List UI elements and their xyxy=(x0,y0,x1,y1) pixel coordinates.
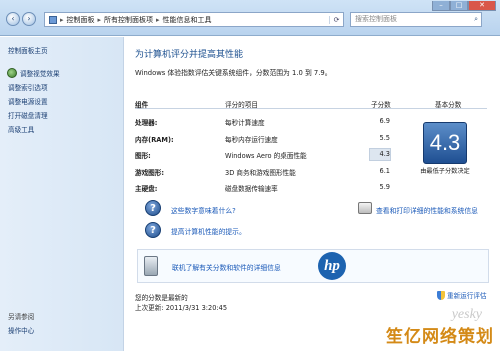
base-score-badge[interactable]: 4.3 xyxy=(423,122,467,164)
sidebar-item-advanced-tools[interactable]: 高级工具 xyxy=(8,124,34,134)
box-icon xyxy=(144,256,158,276)
watermark: 笙亿网络策划 xyxy=(386,327,494,347)
close-button[interactable]: ✕ xyxy=(468,1,496,11)
subscore: 5.5 xyxy=(379,134,391,142)
address-bar[interactable]: ▸ 控制面板 ▸ 所有控制面板项 ▸ 性能信息和工具 ⟳ xyxy=(44,12,344,27)
watermark-en: yesky xyxy=(451,307,482,322)
last-update: 上次更新: 2011/3/31 3:20:45 xyxy=(135,304,228,312)
subscore: 5.9 xyxy=(379,183,391,191)
breadcrumb-item[interactable]: 性能信息和工具 xyxy=(163,15,212,25)
minimize-button[interactable]: – xyxy=(432,1,450,11)
rerun-assessment-link[interactable]: 重新运行评估 xyxy=(447,290,487,300)
breadcrumb-item[interactable]: 所有控制面板项 xyxy=(104,15,153,25)
breadcrumb-separator: ▸ xyxy=(97,15,102,24)
oem-info-box: 联机了解有关分数和软件的详细信息 hp xyxy=(137,249,489,283)
column-component: 组件 xyxy=(135,101,149,109)
rated-item: 每秒内存运行速度 xyxy=(225,136,278,144)
help-icon: ? xyxy=(145,222,161,238)
component-name: 主硬盘: xyxy=(135,185,158,193)
subscore: 6.9 xyxy=(379,117,391,125)
rated-item: 磁盘数据传输速率 xyxy=(225,185,278,193)
breadcrumb-separator: ▸ xyxy=(156,15,160,24)
title-bar: ‹ › ▸ 控制面板 ▸ 所有控制面板项 ▸ 性能信息和工具 ⟳ 搜索控制面板 … xyxy=(0,0,500,36)
sidebar-item-power[interactable]: 调整电源设置 xyxy=(8,96,48,106)
subscore: 4.3 xyxy=(379,150,391,158)
base-score-panel: 4.3 由最低子分数决定 xyxy=(407,110,470,186)
rated-item: 每秒计算速度 xyxy=(225,119,265,127)
print-details-link[interactable]: 查看和打印详细的性能和系统信息 xyxy=(376,205,478,215)
control-panel-icon xyxy=(49,15,57,24)
table-row: 图形: Windows Aero 的桌面性能 4.3 xyxy=(135,148,391,161)
sidebar-item-disk-cleanup[interactable]: 打开磁盘清理 xyxy=(8,110,48,120)
main-panel: 为计算机评分并提高其性能 Windows 体验指数评估关键系统组件，分数范围为 … xyxy=(125,37,500,351)
tips-link[interactable]: 提高计算机性能的提示。 xyxy=(171,226,246,236)
component-name: 内存(RAM): xyxy=(135,136,174,144)
column-base-score: 基本分数 xyxy=(435,101,462,109)
search-input[interactable]: 搜索控制面板 ⌕ xyxy=(350,12,482,27)
column-subscore: 子分数 xyxy=(371,101,391,109)
printer-icon xyxy=(358,202,372,214)
see-also-heading: 另请参阅 xyxy=(8,313,35,321)
table-row: 处理器: 每秒计算速度 6.9 xyxy=(135,115,390,128)
breadcrumb-separator: ▸ xyxy=(60,15,64,24)
page-title: 为计算机评分并提高其性能 xyxy=(135,50,244,60)
sidebar-item-visual-effects[interactable]: 调整视觉效果 xyxy=(20,68,60,78)
help-icon: ? xyxy=(145,200,161,216)
score-table-header: 组件 评分的项目 子分数 基本分数 xyxy=(135,98,487,109)
intro-text: Windows 体验指数评估关键系统组件，分数范围为 1.0 到 7.9。 xyxy=(135,69,332,77)
subscore: 6.1 xyxy=(379,167,391,175)
column-rated: 评分的项目 xyxy=(225,101,258,109)
sidebar-item-action-center[interactable]: 操作中心 xyxy=(8,325,34,335)
component-name: 处理器: xyxy=(135,119,158,127)
uac-shield-icon xyxy=(437,291,445,300)
table-row: 游戏图形: 3D 商务和游戏图形性能 6.1 xyxy=(135,165,390,178)
base-score-note: 由最低子分数决定 xyxy=(420,168,470,175)
table-row: 主硬盘: 磁盘数据传输速率 5.9 xyxy=(135,181,390,194)
meaning-link[interactable]: 这些数字意味着什么? xyxy=(171,205,236,215)
component-name: 图形: xyxy=(135,152,151,160)
back-button[interactable]: ‹ xyxy=(6,12,20,26)
score-status: 您的分数是最新的 xyxy=(135,294,188,302)
component-name: 游戏图形: xyxy=(135,169,165,177)
sidebar-item-indexing[interactable]: 调整索引选项 xyxy=(8,82,48,92)
search-icon[interactable]: ⌕ xyxy=(474,13,478,26)
refresh-icon[interactable]: ⟳ xyxy=(329,15,343,24)
oem-learn-more-link[interactable]: 联机了解有关分数和软件的详细信息 xyxy=(172,262,281,272)
sidebar-home-link[interactable]: 控制面板主页 xyxy=(8,45,48,55)
shield-icon xyxy=(7,68,17,78)
breadcrumb-item[interactable]: 控制面板 xyxy=(67,15,95,25)
rated-item: 3D 商务和游戏图形性能 xyxy=(225,169,296,177)
table-row: 内存(RAM): 每秒内存运行速度 5.5 xyxy=(135,132,390,145)
maximize-button[interactable]: □ xyxy=(450,1,468,11)
rated-item: Windows Aero 的桌面性能 xyxy=(225,152,307,160)
sidebar: 控制面板主页 调整视觉效果 调整索引选项 调整电源设置 打开磁盘清理 高级工具 … xyxy=(0,37,124,351)
hp-logo: hp xyxy=(318,252,346,280)
forward-button[interactable]: › xyxy=(22,12,36,26)
search-placeholder: 搜索控制面板 xyxy=(355,15,397,23)
